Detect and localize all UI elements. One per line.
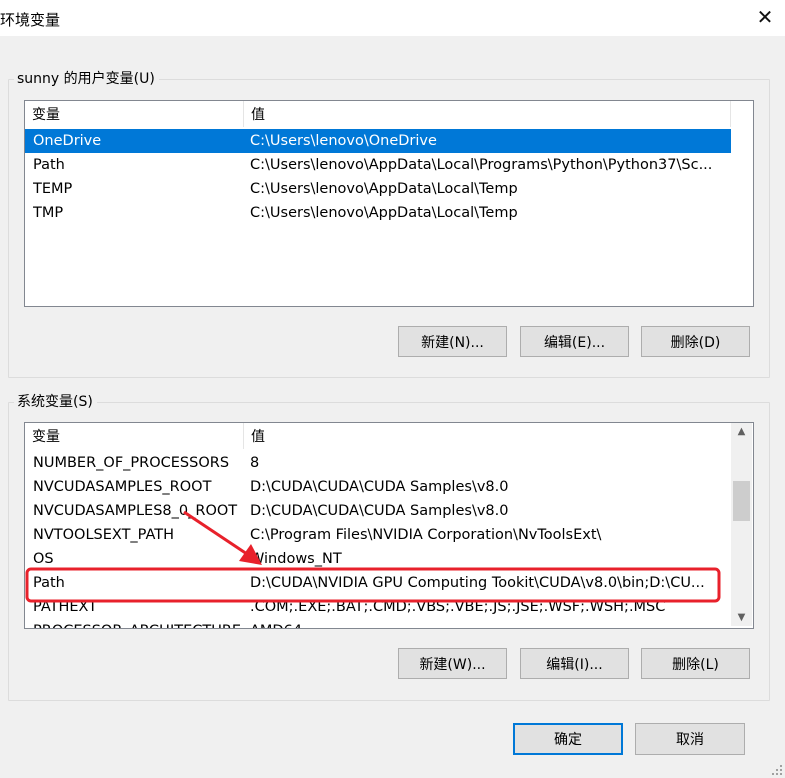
list-item[interactable]: OS Windows_NT	[25, 547, 731, 571]
variable-value: Windows_NT	[250, 551, 342, 567]
resize-grip-icon[interactable]	[771, 764, 783, 776]
user-list-header: 变量 值	[25, 101, 753, 127]
column-header-variable[interactable]: 变量	[25, 101, 243, 127]
system-variables-label: 系统变量(S)	[14, 391, 97, 411]
user-variables-label: sunny 的用户变量(U)	[14, 68, 159, 88]
variable-value: 8	[250, 455, 260, 471]
variable-name: NVTOOLSEXT_PATH	[33, 527, 175, 543]
list-item[interactable]: NVCUDASAMPLES8_0_ROOT D:\CUDA\CUDA\CUDA …	[25, 499, 731, 523]
variable-name: Path	[33, 575, 65, 591]
variable-name: OS	[33, 551, 54, 567]
user-edit-button[interactable]: 编辑(E)...	[520, 326, 629, 357]
variable-name: Path	[33, 157, 65, 173]
variable-name: TEMP	[33, 181, 73, 197]
variable-value: D:\CUDA\CUDA\CUDA Samples\v8.0	[250, 479, 509, 495]
list-item[interactable]: NVCUDASAMPLES_ROOT D:\CUDA\CUDA\CUDA Sam…	[25, 475, 731, 499]
variable-value: C:\Users\lenovo\AppData\Local\Temp	[250, 181, 518, 197]
variable-name: NUMBER_OF_PROCESSORS	[33, 455, 230, 471]
variable-name: PATHEXT	[33, 599, 98, 615]
variable-name: TMP	[33, 205, 64, 221]
scroll-up-icon[interactable]: ▲	[731, 423, 752, 440]
system-delete-button[interactable]: 删除(L)	[641, 648, 750, 679]
variable-name: OneDrive	[33, 133, 102, 149]
list-item-path[interactable]: Path D:\CUDA\NVIDIA GPU Computing Tookit…	[25, 571, 731, 595]
list-item[interactable]: NUMBER_OF_PROCESSORS 8	[25, 451, 731, 475]
variable-value: D:\CUDA\NVIDIA GPU Computing Tookit\CUDA…	[250, 575, 705, 591]
list-item[interactable]: TEMP C:\Users\lenovo\AppData\Local\Temp	[25, 177, 731, 201]
list-item[interactable]: OneDrive C:\Users\lenovo\OneDrive	[25, 129, 731, 153]
cancel-button[interactable]: 取消	[635, 723, 745, 755]
variable-value: C:\Users\lenovo\AppData\Local\Temp	[250, 205, 518, 221]
scrollbar-thumb[interactable]	[733, 481, 750, 521]
list-item[interactable]: Path C:\Users\lenovo\AppData\Local\Progr…	[25, 153, 731, 177]
user-variables-list[interactable]: 变量 值 OneDrive C:\Users\lenovo\OneDrive P…	[24, 100, 754, 307]
vertical-scrollbar[interactable]: ▲ ▼	[731, 423, 752, 626]
variable-value: C:\Program Files\NVIDIA Corporation\NvTo…	[250, 527, 602, 543]
list-item[interactable]: TMP C:\Users\lenovo\AppData\Local\Temp	[25, 201, 731, 225]
variable-name: NVCUDASAMPLES_ROOT	[33, 479, 212, 495]
variable-value: C:\Users\lenovo\OneDrive	[250, 133, 437, 149]
variable-name: PROCESSOR_ARCHITECTURE	[33, 619, 245, 628]
system-variables-list[interactable]: 变量 值 NUMBER_OF_PROCESSORS 8 NVCUDASAMPLE…	[24, 422, 754, 629]
system-new-button[interactable]: 新建(W)...	[398, 648, 507, 679]
user-delete-button[interactable]: 删除(D)	[641, 326, 750, 357]
variable-value: D:\CUDA\CUDA\CUDA Samples\v8.0	[250, 503, 509, 519]
scroll-down-icon[interactable]: ▼	[731, 609, 752, 626]
variable-value: .COM;.EXE;.BAT;.CMD;.VBS;.VBE;.JS;.JSE;.…	[250, 599, 666, 615]
variable-value: AMD64	[250, 619, 728, 628]
list-item[interactable]: NVTOOLSEXT_PATH C:\Program Files\NVIDIA …	[25, 523, 731, 547]
dialog-body: sunny 的用户变量(U) 变量 值 OneDrive C:\Users\le…	[0, 36, 785, 778]
list-item[interactable]: PATHEXT .COM;.EXE;.BAT;.CMD;.VBS;.VBE;.J…	[25, 595, 731, 619]
column-header-value[interactable]: 值	[244, 423, 732, 449]
system-list-header: 变量 值	[25, 423, 753, 449]
close-icon[interactable]: ✕	[748, 2, 782, 32]
variable-name: NVCUDASAMPLES8_0_ROOT	[33, 503, 238, 519]
column-divider[interactable]	[730, 101, 731, 127]
user-new-button[interactable]: 新建(N)...	[398, 326, 507, 357]
column-header-value[interactable]: 值	[244, 101, 732, 127]
title-bar: 环境变量 ✕	[0, 0, 785, 36]
ok-button[interactable]: 确定	[513, 723, 623, 755]
system-edit-button[interactable]: 编辑(I)...	[520, 648, 629, 679]
list-item[interactable]: PROCESSOR_ARCHITECTURE AMD64	[25, 619, 731, 628]
window-title: 环境变量	[0, 11, 61, 29]
variable-value: C:\Users\lenovo\AppData\Local\Programs\P…	[250, 157, 713, 173]
column-header-variable[interactable]: 变量	[25, 423, 243, 449]
